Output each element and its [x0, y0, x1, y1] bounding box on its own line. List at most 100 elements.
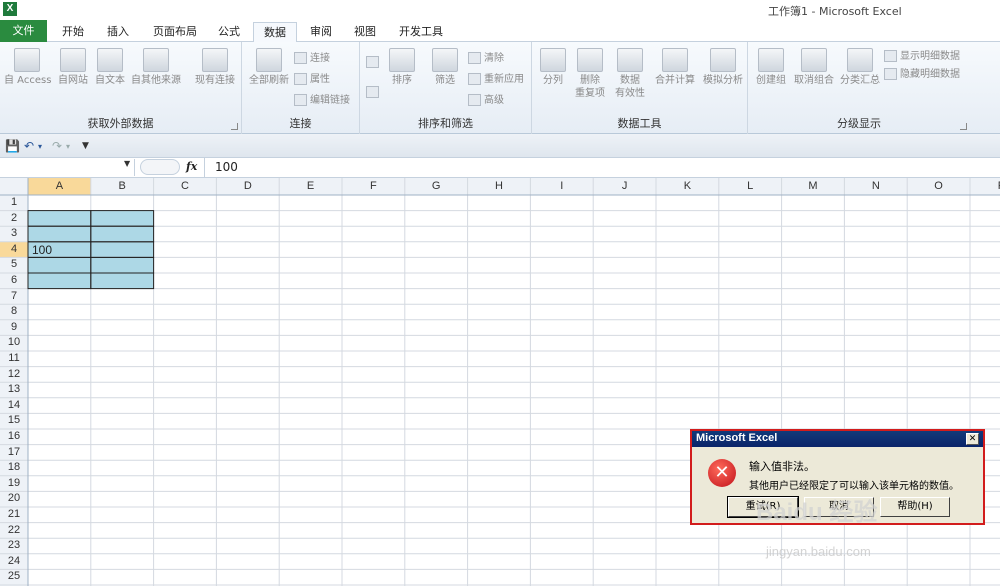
row-header-10[interactable]: 10 [0, 335, 28, 351]
close-icon[interactable]: ✕ [966, 433, 979, 445]
row-header-1[interactable]: 1 [0, 195, 28, 211]
tab-insert[interactable]: 插入 [99, 22, 137, 43]
formula-input[interactable]: 100 [204, 158, 1000, 177]
save-icon[interactable]: 💾 [5, 139, 20, 153]
redo-icon[interactable]: ↷ [52, 139, 62, 153]
row-header-7[interactable]: 7 [0, 289, 28, 305]
column-header-b[interactable]: B [91, 178, 154, 195]
tab-developer[interactable]: 开发工具 [392, 22, 450, 43]
column-header-m[interactable]: M [782, 178, 845, 195]
from-access-button[interactable]: 自 Access [4, 48, 51, 87]
dialog-launcher-icon[interactable] [960, 123, 967, 130]
split-columns-icon [540, 48, 566, 72]
tab-file[interactable]: 文件 [0, 20, 47, 42]
connections-button[interactable]: 连接 [294, 52, 330, 65]
redo-dropdown-icon[interactable]: ▾ [66, 142, 70, 151]
column-header-k[interactable]: K [656, 178, 719, 195]
name-box-dropdown-icon[interactable]: ▼ [124, 159, 130, 168]
row-header-16[interactable]: 16 [0, 429, 28, 445]
undo-dropdown-icon[interactable]: ▾ [38, 142, 42, 151]
column-header-i[interactable]: I [530, 178, 593, 195]
column-header-f[interactable]: F [342, 178, 405, 195]
cell-a4[interactable]: 100 [32, 243, 52, 257]
refresh-all-button[interactable]: 全部刷新 [245, 48, 293, 87]
what-if-analysis-button[interactable]: 模拟分析 [700, 48, 746, 87]
from-other-sources-button[interactable]: 自其他来源 [129, 48, 183, 87]
tab-formulas[interactable]: 公式 [210, 22, 248, 43]
ungroup-button[interactable]: 取消组合 [790, 48, 838, 87]
sort-button[interactable]: 排序 [387, 48, 417, 87]
row-header-20[interactable]: 20 [0, 491, 28, 507]
sort-descending-button[interactable] [366, 86, 382, 99]
clear-button[interactable]: 清除 [468, 52, 504, 65]
filter-button[interactable]: 筛选 [430, 48, 460, 87]
dialog-launcher-icon[interactable] [231, 123, 238, 130]
remove-duplicates-button[interactable]: 删除 重复项 [572, 48, 608, 100]
column-header-c[interactable]: C [154, 178, 217, 195]
text-to-columns-button[interactable]: 分列 [538, 48, 568, 87]
group-outline: 创建组 取消组合 分类汇总 显示明细数据 隐藏明细数据 分级显示 [748, 42, 970, 134]
row-header-2[interactable]: 2 [0, 211, 28, 227]
tab-review[interactable]: 审阅 [302, 22, 340, 43]
row-header-12[interactable]: 12 [0, 367, 28, 383]
reapply-button[interactable]: 重新应用 [468, 73, 524, 86]
row-header-22[interactable]: 22 [0, 523, 28, 539]
column-header-l[interactable]: L [719, 178, 782, 195]
tab-data[interactable]: 数据 [253, 22, 297, 43]
row-header-8[interactable]: 8 [0, 304, 28, 320]
tab-home[interactable]: 开始 [54, 22, 92, 43]
show-detail-button[interactable]: 显示明细数据 [884, 50, 960, 63]
title-bar: X 工作簿1 - Microsoft Excel [0, 0, 1000, 20]
customize-toolbar-icon[interactable]: ▼ [82, 141, 89, 151]
dialog-title-bar[interactable]: Microsoft Excel ✕ [692, 431, 983, 447]
formula-bar-resize-handle[interactable] [140, 159, 180, 175]
row-header-15[interactable]: 15 [0, 413, 28, 429]
column-header-p[interactable]: P [970, 178, 1000, 195]
row-header-6[interactable]: 6 [0, 273, 28, 289]
tab-view[interactable]: 视图 [346, 22, 384, 43]
sort-ascending-button[interactable] [366, 56, 382, 69]
row-header-3[interactable]: 3 [0, 226, 28, 242]
name-box[interactable] [0, 159, 135, 176]
column-header-j[interactable]: J [593, 178, 656, 195]
column-header-g[interactable]: G [405, 178, 468, 195]
edit-links-button[interactable]: 编辑链接 [294, 94, 350, 107]
tab-page-layout[interactable]: 页面布局 [146, 22, 204, 43]
consolidate-button[interactable]: 合并计算 [652, 48, 698, 87]
column-header-d[interactable]: D [216, 178, 279, 195]
window-title: 工作簿1 - Microsoft Excel [768, 5, 902, 18]
row-header-25[interactable]: 25 [0, 569, 28, 585]
row-header-11[interactable]: 11 [0, 351, 28, 367]
column-header-n[interactable]: N [844, 178, 907, 195]
what-if-icon [710, 48, 736, 72]
advanced-button[interactable]: 高级 [468, 94, 504, 107]
row-header-21[interactable]: 21 [0, 507, 28, 523]
existing-connections-button[interactable]: 现有连接 [192, 48, 238, 87]
row-header-23[interactable]: 23 [0, 538, 28, 554]
insert-function-icon[interactable]: fx [186, 160, 197, 173]
row-header-13[interactable]: 13 [0, 382, 28, 398]
data-validation-button[interactable]: 数据 有效性 [612, 48, 648, 100]
subtotal-button[interactable]: 分类汇总 [836, 48, 884, 87]
from-web-button[interactable]: 自网站 [55, 48, 91, 87]
properties-button[interactable]: 属性 [294, 73, 330, 86]
row-header-24[interactable]: 24 [0, 554, 28, 570]
help-button[interactable]: 帮助(H) [880, 497, 950, 517]
row-header-4[interactable]: 4 [0, 242, 28, 258]
column-header-o[interactable]: O [907, 178, 970, 195]
from-text-button[interactable]: 自文本 [92, 48, 128, 87]
row-header-17[interactable]: 17 [0, 445, 28, 461]
hide-detail-button[interactable]: 隐藏明细数据 [884, 68, 960, 81]
group-button[interactable]: 创建组 [752, 48, 790, 87]
select-all-corner[interactable] [0, 178, 28, 195]
ungroup-icon [801, 48, 827, 72]
column-header-h[interactable]: H [468, 178, 531, 195]
row-header-9[interactable]: 9 [0, 320, 28, 336]
column-header-a[interactable]: A [28, 178, 91, 195]
row-header-18[interactable]: 18 [0, 460, 28, 476]
column-header-e[interactable]: E [279, 178, 342, 195]
row-header-14[interactable]: 14 [0, 398, 28, 414]
undo-icon[interactable]: ↶ [24, 139, 34, 153]
row-header-19[interactable]: 19 [0, 476, 28, 492]
row-header-5[interactable]: 5 [0, 257, 28, 273]
